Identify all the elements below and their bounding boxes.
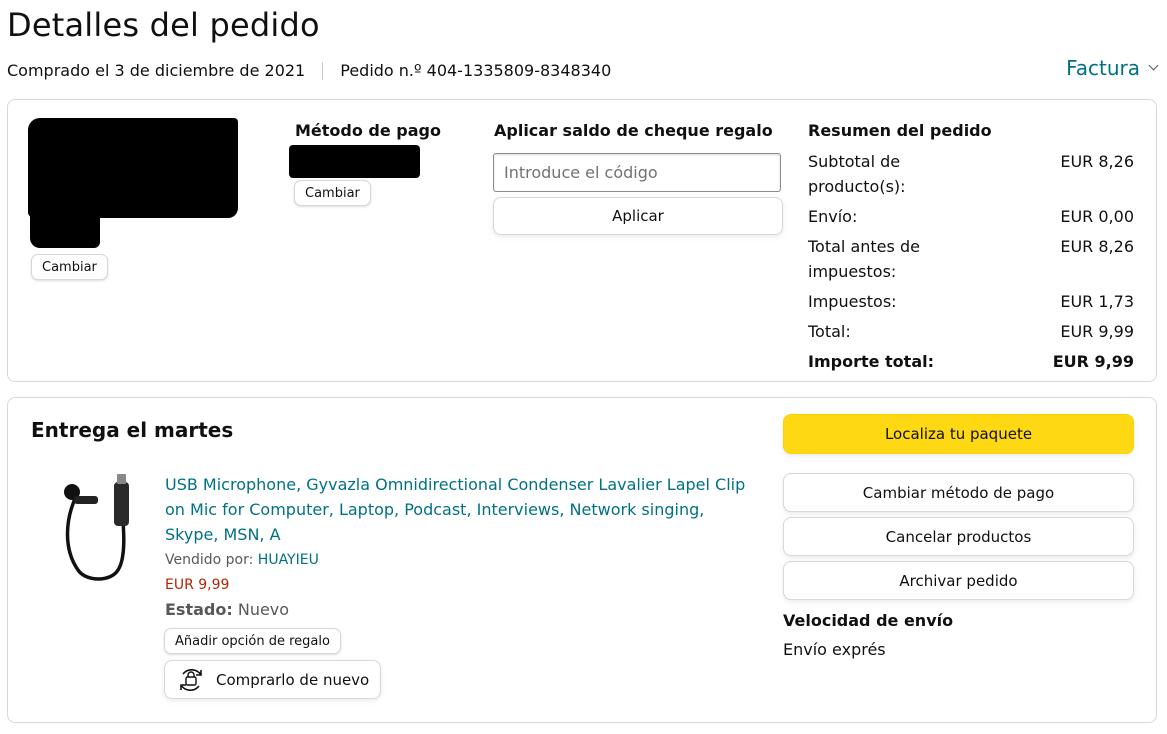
condition-label: Estado: xyxy=(165,600,233,619)
sold-by-label: Vendido por: xyxy=(165,552,254,568)
product-title-link[interactable]: USB Microphone, Gyvazla Omnidirectional … xyxy=(165,472,755,547)
shipment-panel: Entrega el martes USB Microphone, Gyvazl… xyxy=(7,397,1157,723)
summary-value: EUR 9,99 xyxy=(1060,322,1134,341)
order-meta: Comprado el 3 de diciembre de 2021 Pedid… xyxy=(7,61,611,80)
grand-total-label: Importe total: xyxy=(808,352,934,371)
summary-title: Resumen del pedido xyxy=(808,121,992,140)
summary-value: EUR 8,26 xyxy=(1060,152,1134,171)
summary-row-subtotal: Subtotal de producto(s): EUR 8,26 xyxy=(808,149,1134,199)
purchase-date: Comprado el 3 de diciembre de 2021 xyxy=(7,61,306,80)
order-summary: Resumen del pedido Subtotal de producto(… xyxy=(808,121,1134,379)
sold-by: Vendido por: HUAYIEU xyxy=(165,552,319,568)
summary-value: EUR 1,73 xyxy=(1060,292,1134,311)
add-gift-option-button[interactable]: Añadir opción de regalo xyxy=(164,628,341,654)
order-number: Pedido n.º 404-1335809-8348340 xyxy=(340,61,612,80)
summary-row-grand-total: Importe total: EUR 9,99 xyxy=(808,349,1134,374)
summary-row-total: Total: EUR 9,99 xyxy=(808,319,1134,344)
meta-divider xyxy=(322,61,324,80)
summary-row-tax: Impuestos: EUR 1,73 xyxy=(808,289,1134,314)
invoice-dropdown[interactable]: Factura xyxy=(1066,56,1159,80)
gift-code-input[interactable] xyxy=(493,153,781,192)
condition-value: Nuevo xyxy=(237,600,290,619)
redacted-payment xyxy=(289,145,420,178)
buy-again-label: Comprarlo de nuevo xyxy=(216,670,370,689)
summary-row-pretax: Total antes de impuestos: EUR 8,26 xyxy=(808,234,1134,284)
summary-label: Total: xyxy=(808,322,851,341)
summary-row-shipping: Envío: EUR 0,00 xyxy=(808,204,1134,229)
payment-method-title: Método de pago xyxy=(295,121,441,140)
page-title: Detalles del pedido xyxy=(7,6,320,44)
gift-card-title: Aplicar saldo de cheque regalo xyxy=(494,121,773,140)
buy-again-button[interactable]: Comprarlo de nuevo xyxy=(164,660,381,699)
track-package-button[interactable]: Localiza tu paquete xyxy=(783,414,1134,454)
lavalier-microphone-image[interactable] xyxy=(56,470,136,590)
redacted-address xyxy=(28,118,238,218)
product-price: EUR 9,99 xyxy=(165,577,230,593)
summary-value: EUR 0,00 xyxy=(1060,207,1134,226)
shipping-speed-value: Envío exprés xyxy=(783,640,886,659)
change-payment-method-button[interactable]: Cambiar método de pago xyxy=(783,473,1134,512)
summary-value: EUR 8,26 xyxy=(1060,237,1134,256)
summary-label: Impuestos: xyxy=(808,292,897,311)
seller-link[interactable]: HUAYIEU xyxy=(258,552,319,568)
delivery-title: Entrega el martes xyxy=(31,418,234,442)
summary-label: Envío: xyxy=(808,207,858,226)
summary-label: Total antes de impuestos: xyxy=(808,237,920,281)
apply-gift-button[interactable]: Aplicar xyxy=(493,197,783,235)
product-condition: Estado: Nuevo xyxy=(165,600,289,619)
order-info-panel: Cambiar Método de pago Cambiar Aplicar s… xyxy=(7,99,1157,382)
cancel-items-button[interactable]: Cancelar productos xyxy=(783,517,1134,556)
shipping-speed-label: Velocidad de envío xyxy=(783,611,954,630)
archive-order-button[interactable]: Archivar pedido xyxy=(783,561,1134,600)
chevron-down-icon xyxy=(1148,60,1159,70)
invoice-label: Factura xyxy=(1066,56,1140,80)
change-payment-button[interactable]: Cambiar xyxy=(294,180,371,206)
redacted-address-tail xyxy=(30,210,100,248)
change-address-button[interactable]: Cambiar xyxy=(31,254,108,280)
summary-label: Subtotal de producto(s): xyxy=(808,152,906,196)
buy-again-icon xyxy=(180,668,202,691)
grand-total-value: EUR 9,99 xyxy=(1052,352,1134,371)
